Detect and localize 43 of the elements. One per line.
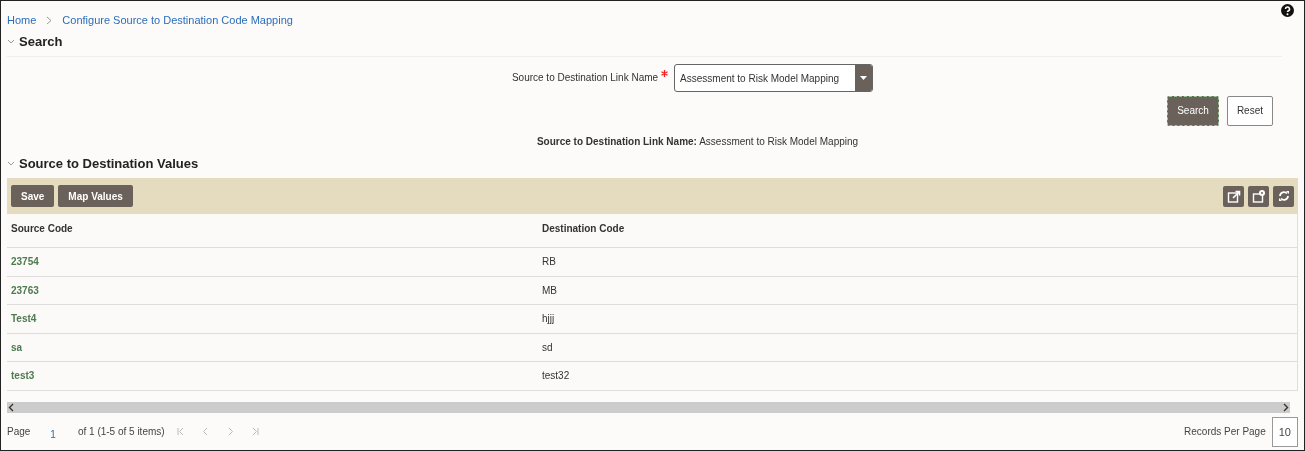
table-cell-text: sd: [541, 340, 554, 355]
field-label: Source to Destination Link Name: [511, 71, 659, 85]
collapse-icon[interactable]: [7, 159, 15, 167]
breadcrumb-link[interactable]: Configure Source to Destination Code Mapping: [62, 12, 293, 29]
caret-icon: [860, 75, 868, 80]
table-cell-text: MB: [541, 283, 558, 298]
source-code-link[interactable]: 23754: [7, 254, 538, 270]
records-per-page-label: Records Per Page: [1184, 425, 1266, 440]
breadcrumb-link[interactable]: Home: [7, 12, 37, 29]
records-per-page-field[interactable]: 10: [1271, 416, 1298, 447]
map-values-button[interactable]: Map Values: [58, 185, 133, 207]
horizontal-scrollbar[interactable]: [7, 401, 1290, 413]
source-code-link[interactable]: Test4: [7, 311, 538, 327]
page-label: Page: [7, 425, 31, 440]
refresh-icon: [1276, 189, 1291, 203]
dropdown-field[interactable]: Assessment to Risk Model Mapping: [674, 63, 874, 92]
reset-button[interactable]: Reset: [1226, 95, 1273, 126]
scroll-left-icon: [7, 402, 16, 412]
section-title: Search: [19, 33, 63, 51]
export-icon: [1226, 189, 1241, 203]
help-icon[interactable]: [1281, 4, 1294, 17]
table-cell-text: test32: [541, 369, 571, 384]
scroll-right-icon: [1281, 402, 1290, 412]
page-count-text: of 1 (1-5 of 5 items): [77, 425, 165, 440]
source-code-link[interactable]: 23763: [7, 282, 538, 298]
source-code-link[interactable]: sa: [7, 339, 538, 355]
source-code-link[interactable]: test3: [7, 368, 538, 384]
last-page-icon[interactable]: [250, 427, 260, 437]
save-button[interactable]: Save: [11, 185, 55, 207]
column-header: Destination Code: [541, 222, 626, 236]
table-cell-text: hjjj: [541, 312, 556, 327]
page-number-field[interactable]: 1: [50, 426, 56, 442]
previous-page-icon[interactable]: [200, 427, 210, 437]
chevron-icon: [46, 16, 53, 25]
collapse-icon[interactable]: [7, 38, 15, 46]
summary-text: Source to Destination Link Name: Assessment to Risk Model Mapping: [535, 134, 860, 149]
table-cell-text: RB: [541, 255, 557, 270]
refresh-button[interactable]: [1273, 185, 1294, 207]
search-button[interactable]: Search: [1167, 95, 1219, 126]
export-button[interactable]: [1223, 185, 1244, 207]
first-page-icon[interactable]: [175, 427, 185, 437]
section-title: Source to Destination Values: [19, 154, 199, 173]
column-header: Source Code: [10, 222, 74, 236]
